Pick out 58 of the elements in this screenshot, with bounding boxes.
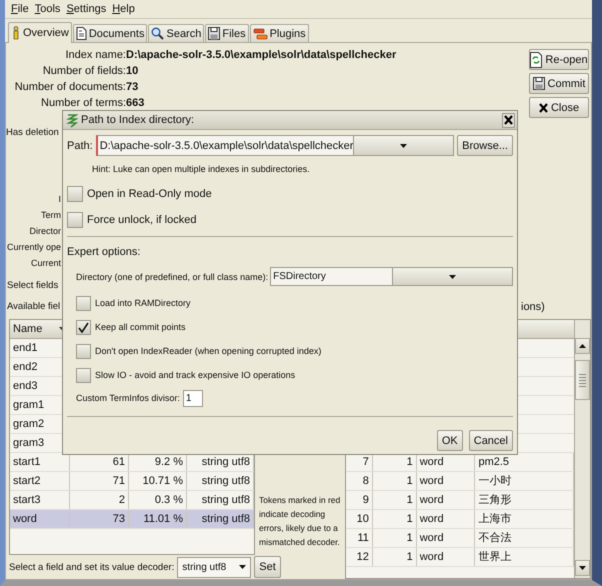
table-cell: word (10, 510, 70, 528)
table-cell: word (416, 510, 476, 528)
field-label: Has deletion (6, 126, 60, 140)
section-label: ions) (521, 301, 545, 313)
field-value: D:\apache-solr-3.5.0\example\solr\data\spellchecker (126, 49, 398, 61)
table-cell: start3 (10, 491, 70, 509)
table-cell: 10.71 % (129, 472, 187, 490)
field-label: Currently ope (6, 241, 61, 254)
table-cell: 9 (346, 491, 373, 509)
table-cell: 1 (372, 510, 417, 528)
field-label: Number of terms: (40, 97, 126, 109)
field-value: 663 (126, 97, 146, 109)
divisor-label: Custom TermInfos divisor: (76, 393, 180, 403)
field-label: Number of documents: (14, 81, 126, 93)
checkbox-label: Open in Read-Only mode (87, 188, 212, 200)
field-label: Current (30, 257, 61, 270)
table-cell: word (416, 472, 476, 490)
table-cell: 2 (70, 491, 129, 509)
field-value: 10 (126, 65, 140, 77)
table-cell: 11 (346, 529, 373, 547)
table-cell: 73 (70, 510, 129, 528)
checkbox-label: Load into RAMDirectory (95, 298, 191, 308)
table-cell: word (416, 529, 476, 547)
table-cell: word (416, 491, 476, 509)
checkbox-label: Don't open IndexReader (when opening corrupted index) (95, 346, 322, 356)
table-cell: 12 (346, 548, 373, 566)
checkbox-label: Slow IO - avoid and track expensive IO operations (95, 370, 296, 380)
table-cell: 71 (70, 472, 129, 490)
field-label: I (58, 193, 61, 206)
decoder-label: Select a field and set its value decoder: (9, 562, 174, 572)
section-label: Select fields (7, 279, 60, 293)
table-cell: start2 (10, 472, 70, 490)
table-cell: string utf8 (187, 472, 254, 490)
table-cell: 1 (372, 472, 417, 490)
checkbox-label: Force unlock, if locked (87, 214, 196, 226)
field-label: Number of fields: (42, 65, 126, 77)
field-value: 73 (126, 81, 140, 93)
field-label: Index name: (64, 49, 126, 61)
table-cell: string utf8 (187, 491, 254, 509)
table-cell: string utf8 (187, 510, 254, 528)
table-cell: 8 (346, 472, 373, 490)
field-label: Director (29, 225, 61, 238)
decoding-note: Tokens marked in red indicate decoding errors, likely due to a mismatched decoder. (259, 494, 341, 549)
directory-label: Directory (one of predefined, or full class name): (76, 272, 268, 282)
field-label: Term (41, 209, 61, 222)
table-cell: 10 (346, 510, 373, 528)
path-label: Path: (67, 140, 93, 152)
table-cell: 0.3 % (129, 491, 187, 509)
checkbox-label: Keep all commit points (95, 322, 186, 332)
table-cell: 1 (372, 491, 417, 509)
table-cell: 1 (372, 548, 417, 566)
section-label: Expert options: (67, 246, 142, 260)
table-cell: word (416, 548, 476, 566)
table-cell: 1 (372, 529, 417, 547)
table-cell: 11.01 % (129, 510, 187, 528)
section-label: Available fiel (7, 300, 60, 314)
dialog-title: Path to Index directory: (81, 114, 196, 126)
hint-text: Hint: Luke can open multiple indexes in subdirectories. (92, 164, 311, 176)
